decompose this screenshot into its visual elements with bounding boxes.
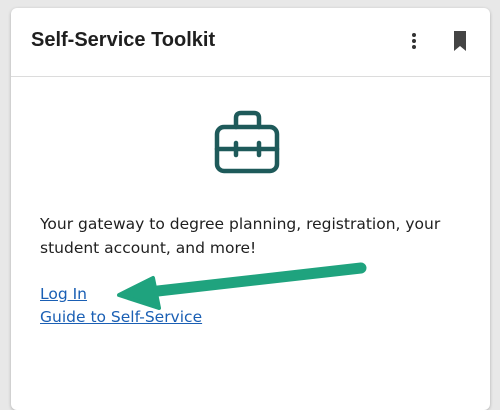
self-service-card: Self-Service Toolkit Your gateway to deg… xyxy=(11,8,490,410)
card-header: Self-Service Toolkit xyxy=(11,8,490,77)
card-description: Your gateway to degree planning, registr… xyxy=(40,215,441,257)
log-in-link[interactable]: Log In xyxy=(40,285,87,303)
bookmark-icon[interactable] xyxy=(452,30,468,52)
card-title: Self-Service Toolkit xyxy=(31,29,216,51)
more-vert-icon[interactable] xyxy=(407,30,421,52)
toolbox-icon xyxy=(214,110,280,174)
annotation-arrow xyxy=(117,262,367,310)
